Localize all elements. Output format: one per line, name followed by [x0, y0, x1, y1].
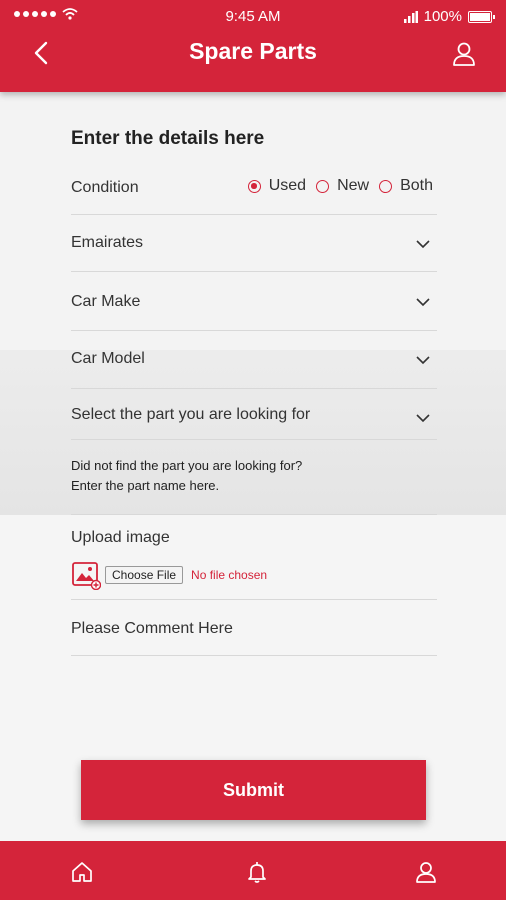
battery-indicator: 100% [403, 8, 495, 25]
car-model-label: Car Model [71, 350, 145, 367]
submit-button[interactable]: Submit [81, 760, 426, 820]
radio-new-label: New [337, 177, 370, 194]
condition-label: Condition [71, 179, 139, 196]
chevron-down-icon [416, 356, 430, 365]
image-upload-icon[interactable] [71, 560, 101, 590]
car-make-select[interactable]: Car Make [71, 272, 437, 331]
battery-percent: 100% [423, 8, 462, 25]
radio-both[interactable]: Both [379, 177, 433, 195]
form-heading: Enter the details here [71, 128, 265, 149]
upload-label: Upload image [71, 529, 170, 546]
status-bar: 9:45 AM 100% [0, 8, 506, 28]
radio-new-circle[interactable] [316, 179, 330, 193]
battery-icon [468, 10, 495, 23]
profile-icon[interactable] [414, 860, 438, 884]
radio-both-circle[interactable] [379, 179, 393, 193]
radio-new[interactable]: New [316, 177, 369, 195]
page-title: Spare Parts [189, 38, 317, 64]
user-icon[interactable] [450, 40, 478, 68]
emirates-label: Emairates [71, 234, 144, 251]
radio-used-circle[interactable] [247, 179, 261, 193]
app-header: 9:45 AM 100% Spare Parts [0, 0, 506, 92]
condition-radio-group: Used New Both [247, 177, 433, 195]
part-select[interactable]: Select the part you are looking for [71, 389, 437, 440]
radio-both-label: Both [400, 177, 433, 194]
note-line-2: Enter the part name here. [71, 478, 220, 493]
part-name-input[interactable]: Did not find the part you are looking fo… [71, 440, 437, 515]
no-file-text: No file chosen [191, 568, 268, 582]
file-picker: Choose File No file chosen [71, 560, 267, 590]
car-make-label: Car Make [71, 293, 141, 310]
bottom-nav [0, 841, 506, 900]
comment-placeholder: Please Comment Here [71, 620, 233, 637]
part-name-note: Did not find the part you are looking fo… [71, 456, 302, 496]
note-line-1: Did not find the part you are looking fo… [71, 458, 303, 473]
comment-input[interactable]: Please Comment Here [71, 600, 437, 656]
car-model-select[interactable]: Car Model [71, 331, 437, 389]
cell-signal-icon [403, 10, 418, 23]
home-icon[interactable] [70, 860, 94, 884]
choose-file-button[interactable]: Choose File [105, 566, 184, 584]
bell-icon[interactable] [245, 860, 269, 884]
condition-row: Condition Used New Both [71, 170, 437, 215]
emirates-select[interactable]: Emairates [71, 215, 437, 272]
part-label: Select the part you are looking for [71, 406, 311, 423]
chevron-down-icon [416, 414, 430, 423]
radio-used[interactable]: Used [247, 177, 307, 195]
upload-section: Upload image Choose File No file chosen [71, 515, 437, 600]
chevron-down-icon [416, 298, 430, 307]
chevron-down-icon [416, 240, 430, 249]
radio-used-label: Used [268, 177, 307, 194]
